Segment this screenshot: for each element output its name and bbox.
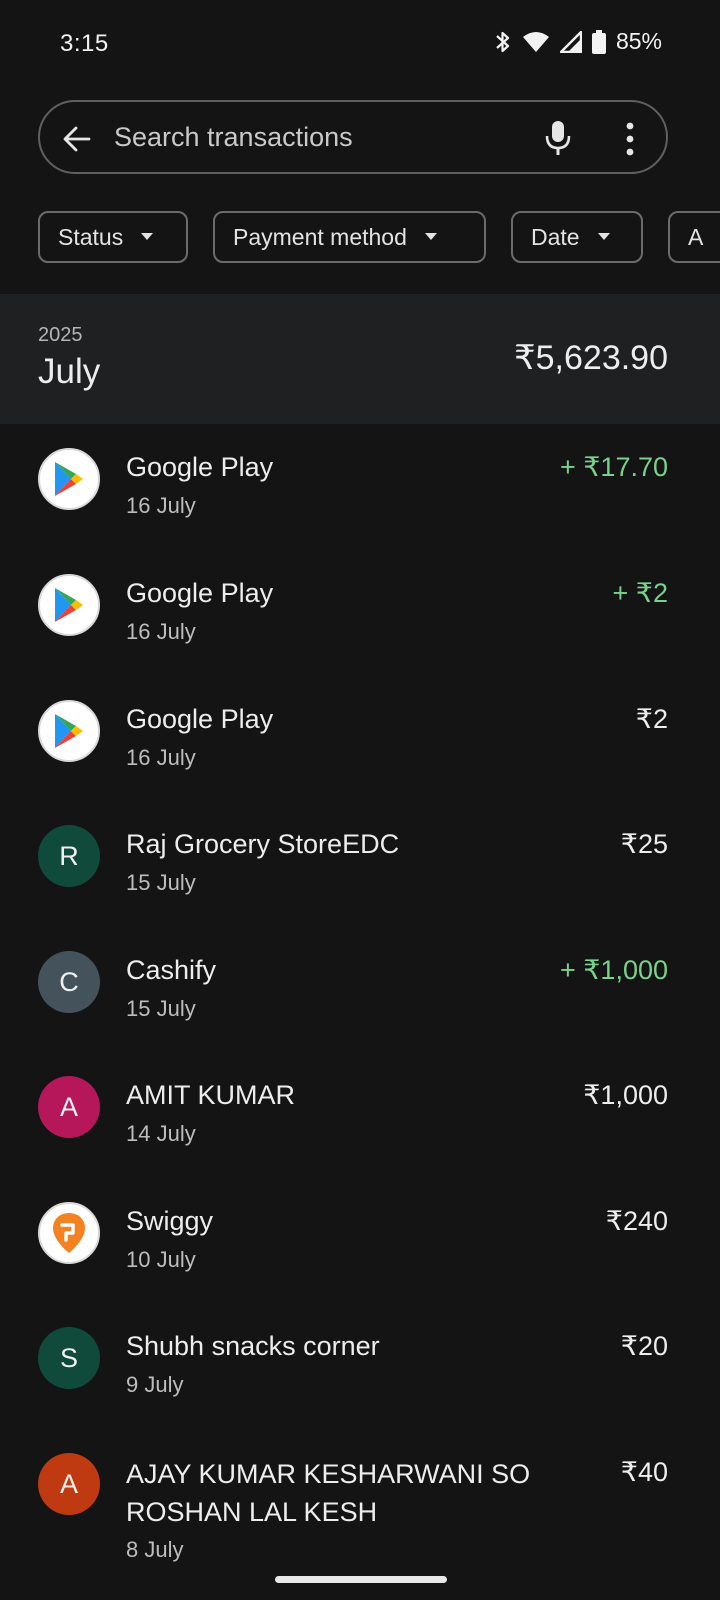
avatar: A [38,1076,100,1138]
microphone-icon[interactable] [543,120,573,156]
transaction-name: Google Play [126,704,274,734]
month-summary: 2025 July ₹5,623.90 [0,294,720,424]
google-play-icon [38,574,100,636]
transaction-name: Swiggy [126,1206,214,1236]
month-name: July [38,352,101,391]
transaction-amount: ₹2 [635,704,668,734]
transaction-name: AMIT KUMAR [126,1080,296,1110]
transaction-amount: ₹40 [620,1457,668,1487]
transaction-amount: ₹25 [620,829,668,859]
transaction-row[interactable]: S Shubh snacks corner 9 July ₹20 [0,1303,720,1429]
transaction-row[interactable]: Swiggy 10 July ₹240 [0,1178,720,1304]
filter-chip-label: Date [531,223,580,250]
transaction-amount: + ₹2 [612,578,668,608]
transaction-date: 15 July [126,996,196,1021]
dropdown-caret-icon [141,233,154,240]
status-icons: 85% [494,28,662,55]
signal-icon [559,30,582,53]
google-play-icon [38,700,100,762]
transaction-name: AJAY KUMAR KESHARWANI SO ROSHAN LAL KESH [126,1459,531,1527]
month-total: ₹5,623.90 [514,339,668,377]
transaction-amount: + ₹1,000 [559,955,668,985]
battery-icon [591,29,606,54]
filter-chip-payment-method[interactable]: Payment method [213,211,486,263]
transaction-name: Cashify [126,955,217,985]
transaction-date: 16 July [126,745,196,770]
transaction-amount: ₹240 [605,1206,668,1236]
avatar: R [38,825,100,887]
transaction-date: 16 July [126,619,196,644]
transaction-date: 15 July [126,870,196,895]
transactions-screen: 3:15 85% Search transactions Status Paym… [0,0,720,1600]
transaction-row[interactable]: A AJAY KUMAR KESHARWANI SO ROSHAN LAL KE… [0,1429,720,1589]
transaction-name: Google Play [126,578,274,608]
transaction-date: 10 July [126,1247,196,1272]
gesture-navigation-bar[interactable] [275,1576,447,1583]
transaction-name: Google Play [126,452,274,482]
filter-chip-label: Status [58,223,124,250]
filter-chip-status[interactable]: Status [38,211,188,263]
avatar: C [38,951,100,1013]
avatar: A [38,1453,100,1515]
month-year: 2025 [38,324,83,346]
avatar: S [38,1327,100,1389]
transaction-date: 14 July [126,1121,196,1146]
search-input[interactable]: Search transactions [114,122,353,153]
transaction-date: 9 July [126,1372,184,1397]
bluetooth-icon [496,31,510,52]
status-bar: 3:15 85% [0,0,720,90]
wifi-icon [522,31,549,52]
filter-chip-amount[interactable]: A [668,211,720,263]
filter-chip-label: A [688,223,704,250]
swiggy-icon [38,1202,100,1264]
transaction-row[interactable]: A AMIT KUMAR 14 July ₹1,000 [0,1052,720,1178]
filter-chip-label: Payment method [233,223,407,250]
transaction-row[interactable]: Google Play 16 July + ₹17.70 [0,424,720,550]
transaction-row[interactable]: Google Play 16 July ₹2 [0,676,720,802]
transaction-row[interactable]: Google Play 16 July + ₹2 [0,550,720,676]
filter-chip-date[interactable]: Date [511,211,643,263]
transaction-amount: ₹1,000 [583,1080,668,1110]
status-time: 3:15 [60,30,109,57]
more-options-icon[interactable] [622,122,638,156]
battery-level: 85% [615,28,662,54]
transaction-name: Raj Grocery StoreEDC [126,829,400,859]
dropdown-caret-icon [597,233,610,240]
transaction-date: 8 July [126,1537,184,1562]
google-play-icon [38,448,100,510]
transaction-date: 16 July [126,493,196,518]
transaction-name: Shubh snacks corner [126,1331,380,1361]
filter-chips: Status Payment method Date A [38,211,720,263]
transaction-row[interactable]: C Cashify 15 July + ₹1,000 [0,927,720,1053]
transaction-amount: ₹20 [620,1331,668,1361]
transaction-amount: + ₹17.70 [559,452,668,482]
dropdown-caret-icon [424,233,437,240]
back-arrow-icon[interactable] [62,124,92,154]
transaction-row[interactable]: R Raj Grocery StoreEDC 15 July ₹25 [0,801,720,927]
search-bar[interactable]: Search transactions [38,100,668,174]
